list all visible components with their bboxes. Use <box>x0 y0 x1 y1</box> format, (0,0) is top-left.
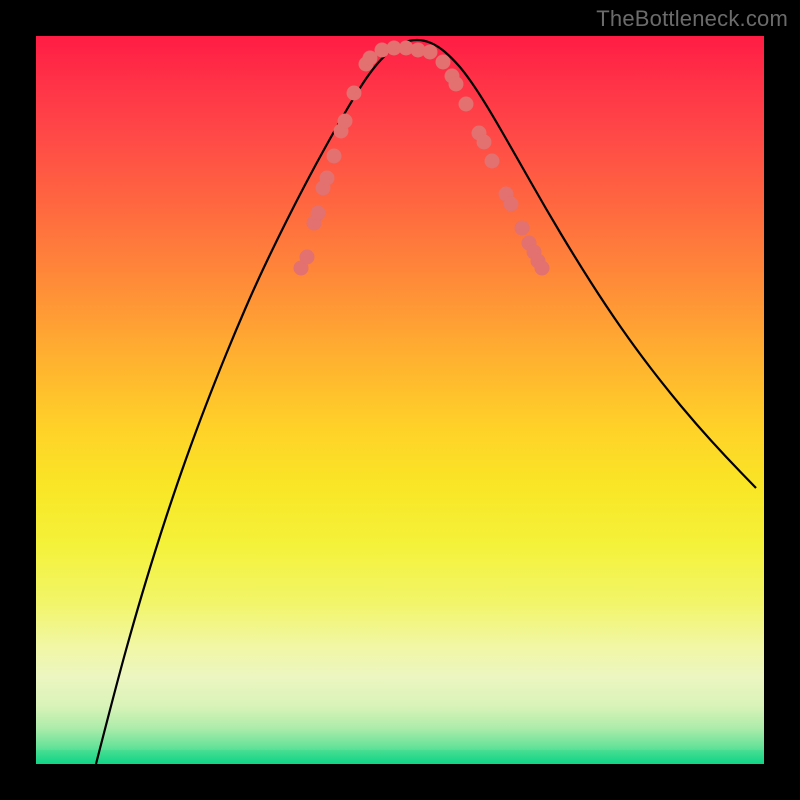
data-point <box>327 149 342 164</box>
data-point <box>477 135 492 150</box>
data-point <box>300 250 315 265</box>
data-point <box>535 261 550 276</box>
data-point <box>485 154 500 169</box>
curve-svg <box>36 36 764 764</box>
data-point <box>449 77 464 92</box>
data-point <box>347 86 362 101</box>
bottleneck-curve <box>96 40 756 764</box>
data-point <box>423 45 438 60</box>
data-point <box>311 206 326 221</box>
data-point <box>515 221 530 236</box>
curve-dots <box>294 41 550 276</box>
data-point <box>320 171 335 186</box>
chart-frame: TheBottleneck.com <box>0 0 800 800</box>
plot-area <box>36 36 764 764</box>
watermark-text: TheBottleneck.com <box>596 6 788 32</box>
data-point <box>459 97 474 112</box>
data-point <box>338 114 353 129</box>
data-point <box>436 55 451 70</box>
data-point <box>504 197 519 212</box>
